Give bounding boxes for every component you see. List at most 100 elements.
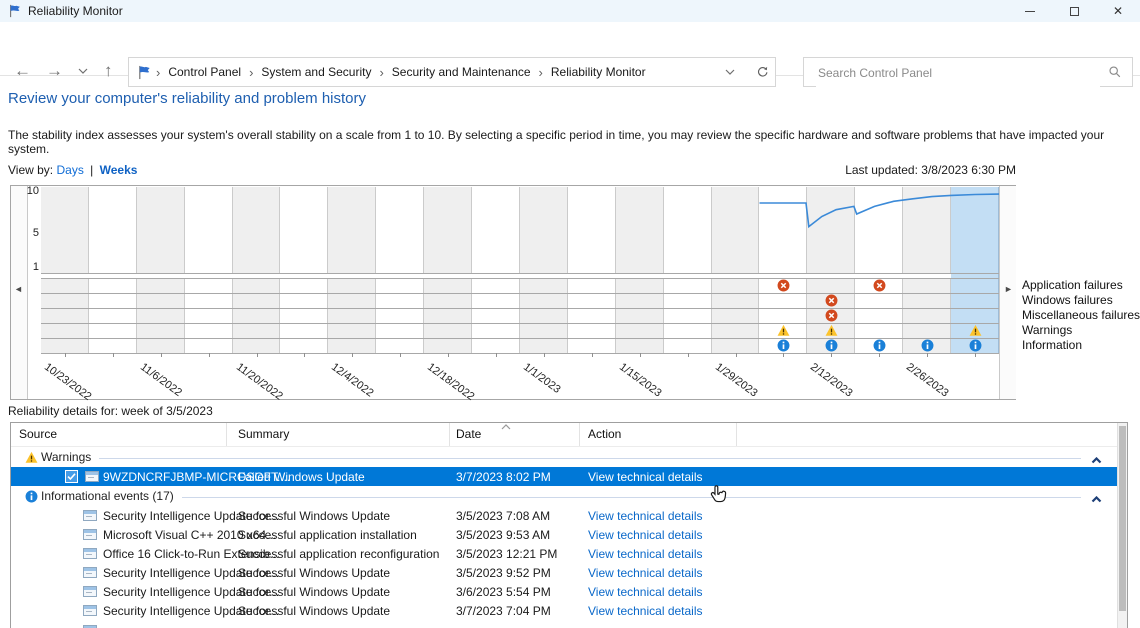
warning-icon[interactable] [969,324,982,337]
view-technical-details-link[interactable]: View technical details [588,528,703,542]
chart-week-column[interactable] [376,278,424,353]
event-row[interactable]: 9WZDNCRFJBMP-MICROSOFT....Failed Windows… [11,467,1119,486]
event-row[interactable]: Security Intelligence Update for...Succe… [11,506,1119,525]
info-icon[interactable] [777,339,790,352]
column-header-summary[interactable]: Summary [238,427,289,441]
chart-week-column[interactable] [616,278,664,353]
chart-week-column[interactable] [281,278,329,353]
info-icon [25,490,38,506]
back-button[interactable]: ← [14,60,31,82]
chart-week-column[interactable] [137,278,185,353]
breadcrumb-item[interactable]: Security and Maintenance [388,65,535,79]
x-axis-tick [352,353,353,357]
legend-label: Warnings [1022,323,1140,338]
chart-week-column[interactable] [233,278,281,353]
view-technical-details-link[interactable]: View technical details [588,509,703,523]
navigation-bar: ← → ↑ ›Control Panel›System and Security… [0,22,1140,76]
view-by-days-link[interactable]: Days [56,163,83,177]
search-input[interactable] [816,59,1100,87]
event-row[interactable]: Security Intelligence Update for...Succe… [11,582,1119,601]
stability-index-line [41,187,999,273]
x-axis-tick [592,353,593,357]
view-technical-details-link[interactable]: View technical details [588,604,703,618]
view-by-weeks-link[interactable]: Weeks [100,163,138,177]
chart-scroll-right[interactable]: ► [999,186,1016,399]
forward-button[interactable]: → [46,60,63,82]
breadcrumb-item[interactable]: Control Panel [164,65,245,79]
column-header-date[interactable]: Date [456,427,481,441]
event-summary: Successful Windows Update [238,585,390,599]
warning-icon[interactable] [825,324,838,337]
chart-week-column[interactable] [472,278,520,353]
chart-scroll-right-icon: ► [1004,284,1013,294]
info-icon[interactable] [873,339,886,352]
chart-week-column[interactable] [424,278,472,353]
chart-week-column[interactable] [568,278,616,353]
column-divider[interactable] [736,423,737,446]
event-row-partial[interactable] [11,621,1119,628]
view-technical-details-link[interactable]: View technical details [588,566,703,580]
collapse-chevron-icon[interactable] [1091,492,1102,506]
search-box [803,57,1133,87]
event-group-header[interactable]: Warnings [11,448,1119,467]
event-group-header[interactable]: Informational events (17) [11,487,1119,506]
recent-pages-chevron-icon[interactable] [78,68,88,74]
close-button[interactable]: ✕ [1096,0,1140,22]
chart-week-column[interactable] [185,278,233,353]
info-icon[interactable] [921,339,934,352]
event-group-label: Warnings [41,450,91,464]
event-date: 3/6/2023 5:54 PM [456,585,551,599]
column-header-source[interactable]: Source [19,427,57,441]
event-date: 3/7/2023 7:04 PM [456,604,551,618]
view-by-switcher: View by: Days | Weeks [8,163,137,177]
chart-week-column[interactable] [41,278,89,353]
column-divider[interactable] [579,423,580,446]
info-icon[interactable] [969,339,982,352]
error-icon[interactable] [777,279,790,292]
y-axis-tick-label: 10 [27,185,39,197]
breadcrumb-item[interactable]: System and Security [257,65,375,79]
view-technical-details-link[interactable]: View technical details [588,547,703,561]
vertical-scrollbar[interactable] [1117,423,1127,628]
graph-baseline [41,273,999,274]
address-dropdown-chevron-icon[interactable] [725,69,735,75]
maximize-button[interactable] [1052,0,1096,22]
chart-plot-area: 10/23/202211/6/202211/20/202212/4/202212… [41,186,999,399]
view-technical-details-link[interactable]: View technical details [588,585,703,599]
chart-week-column[interactable] [664,278,712,353]
chart-scroll-left[interactable]: ◄ [11,186,28,399]
event-row[interactable]: Security Intelligence Update for...Succe… [11,563,1119,582]
column-header-action[interactable]: Action [588,427,621,441]
search-icon[interactable] [1108,65,1122,79]
scrollbar-thumb[interactable] [1119,426,1126,611]
error-icon[interactable] [825,294,838,307]
address-bar[interactable]: ›Control Panel›System and Security›Secur… [128,57,776,87]
collapse-chevron-icon[interactable] [1091,453,1102,467]
application-icon [85,471,99,482]
chart-week-column[interactable] [89,278,137,353]
error-icon[interactable] [873,279,886,292]
row-checkbox[interactable] [65,470,78,483]
chart-week-column[interactable] [712,278,760,353]
chart-week-column[interactable] [328,278,376,353]
breadcrumb-item[interactable]: Reliability Monitor [547,65,650,79]
event-row[interactable]: Microsoft Visual C++ 2010 x64...Successf… [11,525,1119,544]
x-axis-label: 2/26/2023 [904,361,951,399]
event-row[interactable]: Security Intelligence Update for...Succe… [11,601,1119,620]
column-divider[interactable] [449,423,450,446]
stability-chart: ◄ 1051 10/23/202211/6/202211/20/202212/4… [10,185,1016,400]
event-row[interactable]: Office 16 Click-to-Run Extensib...Succes… [11,544,1119,563]
chart-week-column[interactable] [520,278,568,353]
up-button[interactable]: ↑ [104,60,113,82]
chart-legend: Application failuresWindows failuresMisc… [1022,278,1140,353]
error-icon[interactable] [825,309,838,322]
info-icon[interactable] [825,339,838,352]
minimize-button[interactable] [1008,0,1052,22]
hand-cursor [705,482,731,510]
x-axis-tick [879,353,880,357]
warning-icon[interactable] [777,324,790,337]
column-divider[interactable] [226,423,227,446]
x-axis-tick [400,353,401,357]
refresh-icon[interactable] [755,65,769,79]
view-technical-details-link[interactable]: View technical details [588,470,703,484]
